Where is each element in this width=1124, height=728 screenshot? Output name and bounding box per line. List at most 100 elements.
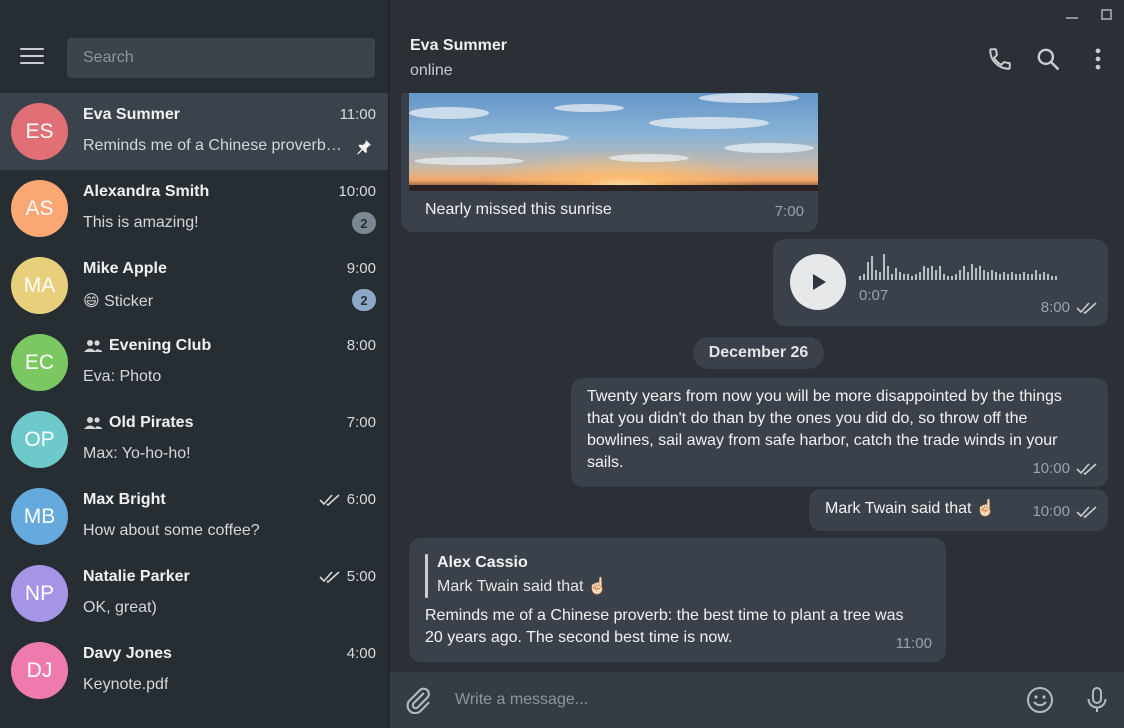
incoming-reply-message[interactable]: Alex Cassio Mark Twain said that ☝🏻 Remi… [409,538,946,662]
chat-name: Eva Summer [83,106,180,123]
waveform-bar [1023,272,1025,280]
message-history[interactable]: Nearly missed this sunrise 7:00 0:07 8:0… [390,93,1124,672]
waveform-bar [1027,274,1029,280]
chat-item[interactable]: ES Eva Summer 11:00 Reminds me of a Chinese… [0,93,388,170]
double-check-icon [319,493,340,506]
waveform-bar [863,274,865,280]
hamburger-menu-icon[interactable] [20,48,44,68]
waveform-bar [867,262,869,280]
message-time: 10:00 [1032,460,1098,477]
voice-message[interactable]: 0:07 8:00 [773,239,1108,326]
emoji-icon[interactable] [1026,686,1054,714]
waveform-bar [883,254,885,280]
waveform-bar [999,274,1001,280]
chat-time: 9:00 [346,260,376,277]
message-text: Twenty years from now you will be more d… [587,388,1062,471]
message-input[interactable] [455,686,1015,714]
phone-icon[interactable] [987,46,1013,72]
waveform-bar [859,276,861,280]
attach-icon[interactable] [404,686,432,714]
chat-time: 4:00 [346,645,376,662]
maximize-icon [1101,8,1112,20]
chat-name: Old Pirates [83,414,193,432]
waveform-bar [975,268,977,280]
pin-icon [357,140,371,155]
reply-quote[interactable]: Mark Twain said that ☝🏻 [437,576,608,596]
waveform-bar [947,276,949,280]
chat-preview: This is amazing! [83,214,199,231]
waveform-bar [1031,274,1033,280]
waveform-bar [1011,272,1013,280]
peer-status: online [410,62,453,79]
photo-message[interactable]: Nearly missed this sunrise 7:00 [401,93,818,232]
waveform-bar [899,272,901,280]
waveform-bar [887,266,889,280]
waveform-bar [979,266,981,280]
microphone-icon[interactable] [1083,686,1111,714]
waveform-bar [1003,272,1005,280]
double-check-icon [1076,505,1097,518]
chat-list: ES Eva Summer 11:00 Reminds me of a Chinese… [0,93,388,709]
chat-item[interactable]: EC Evening Club 8:00 Eva: Photo [0,324,388,401]
waveform-bar [931,266,933,280]
chat-time: 7:00 [346,414,376,431]
maximize-button[interactable] [1089,0,1124,28]
search-input[interactable] [67,38,375,78]
peer-name[interactable]: Eva Summer [410,37,507,55]
chat-item[interactable]: NP Natalie Parker 5:00 OK, great) [0,555,388,632]
double-check-icon [1076,301,1097,314]
search-icon[interactable] [1035,46,1061,72]
outgoing-message[interactable]: Twenty years from now you will be more d… [571,378,1108,487]
chat-preview: How about some coffee? [83,522,260,539]
conversation-panel: Eva Summer online Nearly missed this sun… [390,0,1124,728]
window-controls [1014,0,1124,28]
minimize-icon [1065,17,1078,19]
chat-list-sidebar: ES Eva Summer 11:00 Reminds me of a Chinese… [0,0,389,728]
outgoing-message[interactable]: Mark Twain said that ☝🏻 10:00 [809,489,1108,531]
waveform-bar [939,266,941,280]
sunrise-photo[interactable] [409,93,818,191]
waveform-bar [1055,276,1057,280]
waveform-bar [967,272,969,280]
chat-time: 5:00 [319,568,376,585]
waveform-bar [959,270,961,280]
waveform-bar [923,266,925,280]
waveform-bar [995,272,997,280]
chat-item[interactable]: MA Mike Apple 9:00 😄 Sticker 2 [0,247,388,324]
reply-author[interactable]: Alex Cassio [437,554,528,572]
voice-waveform[interactable] [859,254,1064,284]
unread-badge: 2 [352,289,376,311]
chat-item[interactable]: MB Max Bright 6:00 How about some coffee? [0,478,388,555]
avatar: ES [11,103,68,160]
waveform-bar [875,270,877,280]
chat-item[interactable]: AS Alexandra Smith 10:00 This is amazing! 2 [0,170,388,247]
chat-preview: Reminds me of a Chinese proverb: the bes… [83,137,345,154]
play-button[interactable] [790,254,846,310]
waveform-bar [943,274,945,280]
minimize-button[interactable] [1054,0,1089,28]
waveform-bar [911,276,913,280]
play-icon [813,274,826,290]
chat-preview: Eva: Photo [83,368,162,385]
chat-item[interactable]: DJ Davy Jones 4:00 Keynote.pdf [0,632,388,709]
chat-name: Mike Apple [83,260,167,277]
waveform-bar [891,274,893,280]
chat-item[interactable]: OP Old Pirates 7:00 Max: Yo-ho-ho! [0,401,388,478]
voice-duration: 0:07 [859,287,889,304]
avatar: OP [11,411,68,468]
double-check-icon [1076,462,1097,475]
chat-preview: OK, great) [83,599,157,616]
avatar: AS [11,180,68,237]
more-options-icon[interactable] [1085,46,1111,72]
waveform-bar [927,268,929,280]
message-text: Reminds me of a Chinese proverb: the bes… [425,607,904,646]
photo-caption: Nearly missed this sunrise [425,201,612,218]
avatar: EC [11,334,68,391]
message-time: 11:00 [895,635,932,652]
double-check-icon [319,570,340,583]
chat-name: Natalie Parker [83,568,190,585]
waveform-bar [1051,276,1053,280]
group-icon [84,340,102,352]
chat-name: Davy Jones [83,645,172,662]
message-time: 10:00 [1032,503,1098,520]
